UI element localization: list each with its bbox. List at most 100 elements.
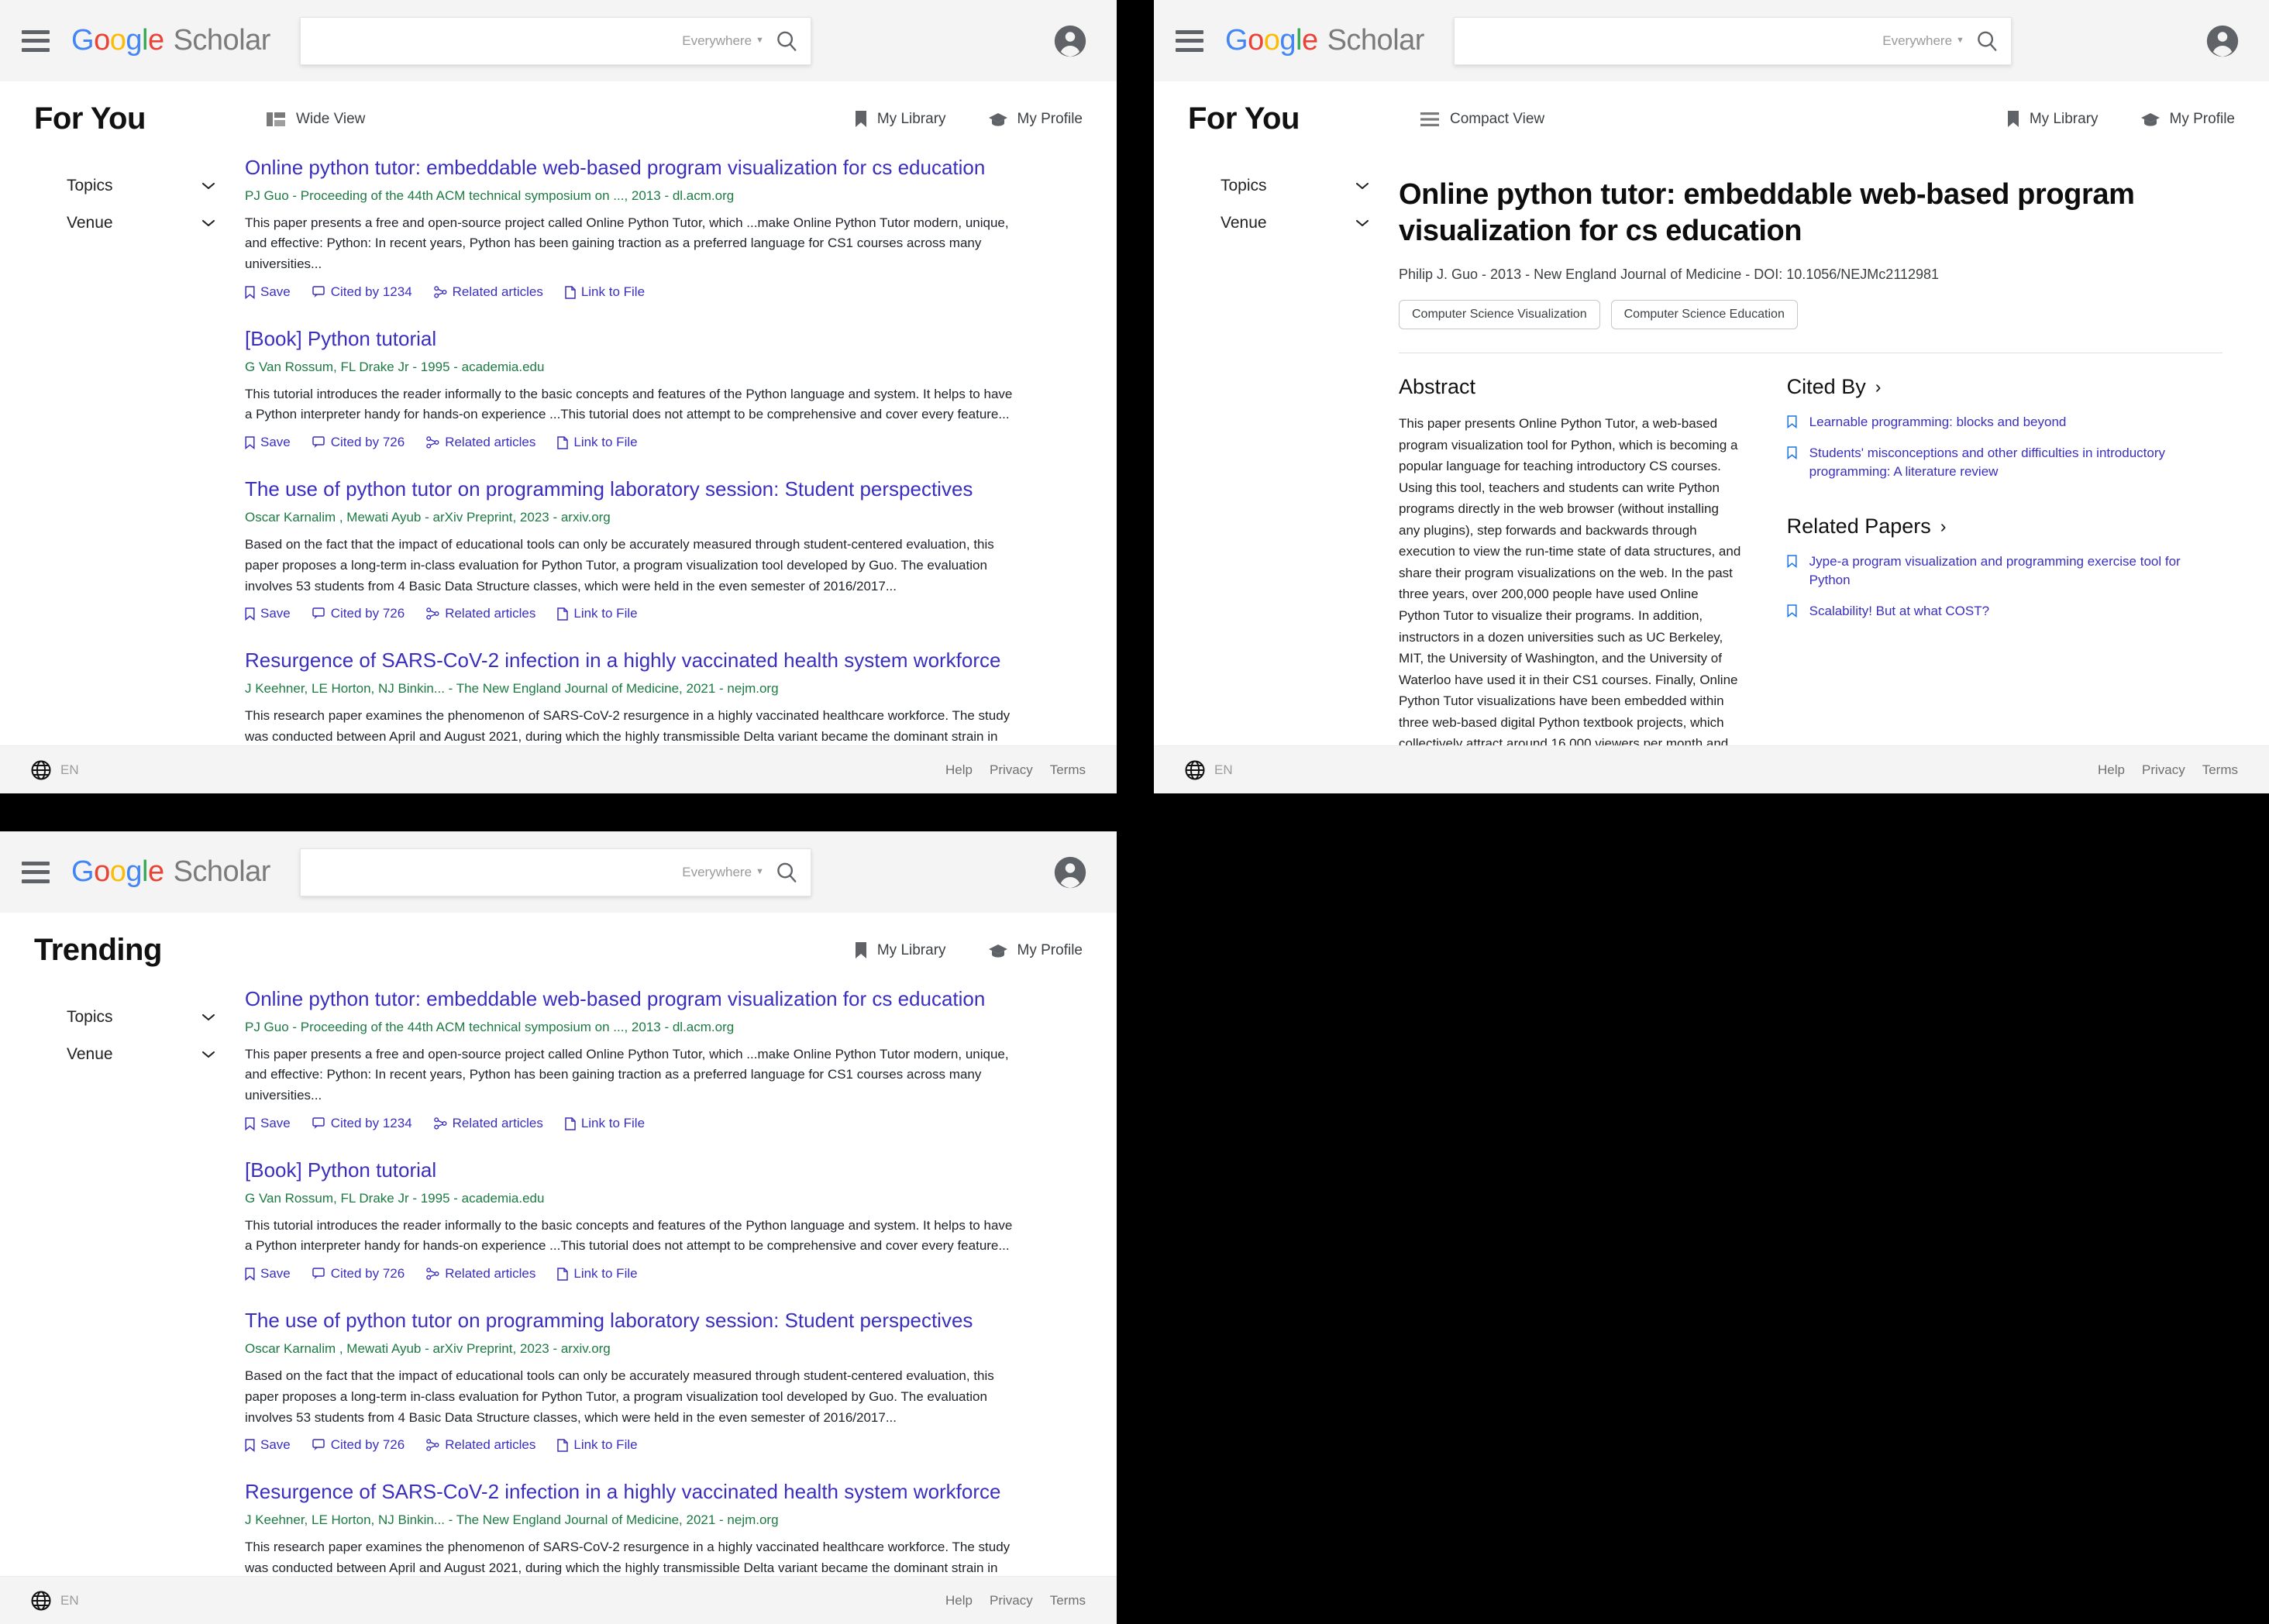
search-icon[interactable]: [775, 861, 798, 884]
search-input[interactable]: [1454, 17, 1855, 64]
related-articles-button[interactable]: Related articles: [433, 1116, 543, 1131]
related-articles-button[interactable]: Related articles: [433, 284, 543, 300]
related-paper-item[interactable]: Jype-a program visualization and program…: [1787, 552, 2223, 590]
my-library-button[interactable]: My Library: [2006, 110, 2099, 129]
search-scope-dropdown[interactable]: Everywhere ▼: [682, 865, 764, 880]
help-link[interactable]: Help: [945, 1593, 973, 1609]
filter-venue[interactable]: Venue: [67, 205, 215, 242]
filter-venue[interactable]: Venue: [67, 1036, 215, 1073]
link-to-file-button[interactable]: Link to File: [557, 606, 638, 621]
help-link[interactable]: Help: [945, 762, 973, 778]
footer-links: Help Privacy Terms: [945, 762, 1086, 778]
cited-by-button[interactable]: Cited by 1234: [312, 284, 412, 300]
search-bar[interactable]: Everywhere ▼: [299, 16, 811, 65]
cited-by-button[interactable]: Cited by 726: [312, 435, 405, 450]
filter-topics-label: Topics: [67, 177, 113, 194]
search-input[interactable]: [300, 17, 668, 64]
result-title[interactable]: [Book] Python tutorial: [245, 1158, 1083, 1183]
terms-link[interactable]: Terms: [1050, 762, 1086, 778]
related-articles-button[interactable]: Related articles: [426, 1437, 535, 1453]
link-to-file-button[interactable]: Link to File: [557, 1266, 638, 1282]
result-title[interactable]: Resurgence of SARS-CoV-2 infection in a …: [245, 1479, 1083, 1505]
filter-topics[interactable]: Topics: [67, 999, 215, 1036]
filter-topics[interactable]: Topics: [67, 167, 215, 205]
related-articles-button[interactable]: Related articles: [426, 606, 535, 621]
save-button[interactable]: Save: [245, 606, 291, 621]
filter-topics[interactable]: Topics: [1221, 167, 1369, 205]
menu-icon[interactable]: [22, 861, 50, 883]
header-actions: My Library My Profile: [854, 941, 1083, 960]
related-articles-icon: [426, 436, 439, 449]
cited-by-button[interactable]: Cited by 726: [312, 1266, 405, 1282]
tag-chip[interactable]: Computer Science Education: [1610, 300, 1798, 330]
cited-by-item[interactable]: Learnable programming: blocks and beyond: [1787, 413, 2223, 432]
result-snippet: This paper presents a free and open-sour…: [245, 215, 1009, 272]
result-title[interactable]: Online python tutor: embeddable web-base…: [245, 986, 1083, 1012]
search-input[interactable]: [300, 848, 668, 896]
link-to-file-button[interactable]: Link to File: [565, 284, 645, 300]
cited-by-label: Cited by 726: [330, 435, 405, 450]
related-articles-button[interactable]: Related articles: [426, 1266, 535, 1282]
result-title[interactable]: The use of python tutor on programming l…: [245, 1308, 1083, 1333]
privacy-link[interactable]: Privacy: [2142, 762, 2185, 778]
detail-columns: Abstract This paper presents Online Pyth…: [1399, 375, 2223, 745]
save-button[interactable]: Save: [245, 1266, 291, 1282]
menu-icon[interactable]: [1176, 29, 1203, 52]
view-toggle-wide-view[interactable]: Wide View: [267, 111, 365, 128]
account-circle-icon[interactable]: [1053, 24, 1087, 58]
logo-letter-l: l: [141, 855, 148, 888]
cited-by-button[interactable]: Cited by 1234: [312, 1116, 412, 1131]
language-selector[interactable]: EN: [1185, 760, 1233, 780]
result-title[interactable]: [Book] Python tutorial: [245, 326, 1083, 352]
cited-by-button[interactable]: Cited by 726: [312, 1437, 405, 1453]
tag-chip[interactable]: Computer Science Visualization: [1399, 300, 1600, 330]
save-button[interactable]: Save: [245, 435, 291, 450]
search-scope-dropdown[interactable]: Everywhere ▼: [1882, 33, 1964, 49]
result-title[interactable]: The use of python tutor on programming l…: [245, 477, 1083, 502]
my-library-button[interactable]: My Library: [854, 941, 946, 960]
terms-link[interactable]: Terms: [2202, 762, 2238, 778]
link-to-file-label: Link to File: [573, 606, 638, 621]
search-scope-dropdown[interactable]: Everywhere ▼: [682, 33, 764, 49]
related-articles-button[interactable]: Related articles: [426, 435, 535, 450]
filter-venue[interactable]: Venue: [1221, 205, 1369, 242]
cited-by-heading[interactable]: Cited By ›: [1787, 375, 2223, 399]
my-profile-button[interactable]: My Profile: [988, 111, 1083, 128]
related-paper-item[interactable]: Scalability! But at what COST?: [1787, 602, 2223, 621]
language-selector[interactable]: EN: [31, 760, 79, 780]
link-to-file-button[interactable]: Link to File: [557, 1437, 638, 1453]
account-circle-icon[interactable]: [1053, 855, 1087, 889]
link-to-file-button[interactable]: Link to File: [557, 435, 638, 450]
language-selector[interactable]: EN: [31, 1591, 79, 1611]
result-title[interactable]: Online python tutor: embeddable web-base…: [245, 155, 1083, 181]
result-title[interactable]: Resurgence of SARS-CoV-2 infection in a …: [245, 648, 1083, 673]
cited-by-item[interactable]: Students' misconceptions and other diffi…: [1787, 444, 2223, 481]
abstract-column: Abstract This paper presents Online Pyth…: [1399, 375, 1742, 745]
search-scope-label: Everywhere: [682, 33, 752, 48]
search-icon[interactable]: [1975, 29, 1999, 53]
save-button[interactable]: Save: [245, 1116, 291, 1131]
save-button[interactable]: Save: [245, 1437, 291, 1453]
link-to-file-button[interactable]: Link to File: [565, 1116, 645, 1131]
related-papers-heading[interactable]: Related Papers ›: [1787, 514, 2223, 538]
save-button[interactable]: Save: [245, 284, 291, 300]
search-icon[interactable]: [775, 29, 798, 53]
help-link[interactable]: Help: [2098, 762, 2125, 778]
search-bar[interactable]: Everywhere ▼: [1453, 16, 2012, 65]
privacy-link[interactable]: Privacy: [990, 762, 1033, 778]
result-meta: J Keehner, LE Horton, NJ Binkin... - The…: [245, 1512, 779, 1527]
google-scholar-logo: Go o g l e Scholar: [71, 855, 270, 889]
logo-letter-l: l: [1295, 24, 1302, 57]
result-snippet: This paper presents a free and open-sour…: [245, 1046, 1009, 1103]
my-library-button[interactable]: My Library: [854, 110, 946, 129]
search-bar[interactable]: Everywhere ▼: [299, 848, 811, 896]
save-label: Save: [260, 1437, 291, 1453]
my-profile-button[interactable]: My Profile: [2140, 111, 2235, 128]
account-circle-icon[interactable]: [2205, 24, 2240, 58]
menu-icon[interactable]: [22, 29, 50, 52]
terms-link[interactable]: Terms: [1050, 1593, 1086, 1609]
view-toggle-compact-view[interactable]: Compact View: [1420, 111, 1544, 128]
privacy-link[interactable]: Privacy: [990, 1593, 1033, 1609]
cited-by-button[interactable]: Cited by 726: [312, 606, 405, 621]
my-profile-button[interactable]: My Profile: [988, 942, 1083, 959]
